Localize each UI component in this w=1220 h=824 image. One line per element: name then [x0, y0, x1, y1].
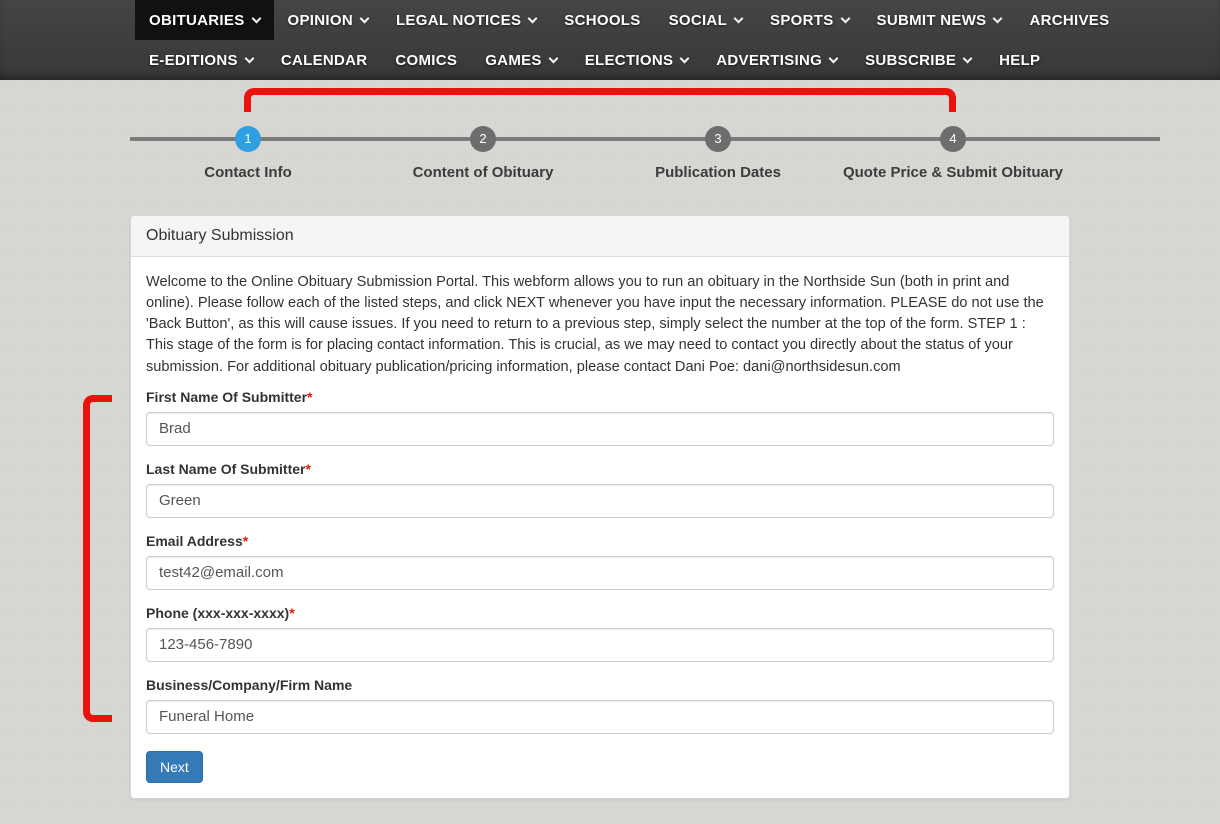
nav-label: LEGAL NOTICES: [396, 12, 521, 29]
chevron-down-icon: [528, 13, 538, 23]
nav-item-advertising[interactable]: ADVERTISING: [702, 40, 851, 80]
nav-item-submit-news[interactable]: SUBMIT NEWS: [863, 0, 1016, 40]
step-label-content-of-obituary: Content of Obituary: [413, 164, 554, 181]
phone-label: Phone (xxx-xxx-xxxx)*: [146, 605, 1054, 621]
next-button[interactable]: Next: [146, 751, 203, 783]
intro-text: Welcome to the Online Obituary Submissio…: [146, 272, 1054, 378]
panel-body: Welcome to the Online Obituary Submissio…: [131, 257, 1069, 798]
main-navbar: OBITUARIES OPINION LEGAL NOTICES SCHOOLS…: [0, 0, 1220, 80]
nav-label: OPINION: [288, 12, 353, 29]
nav-label: SUBSCRIBE: [865, 52, 956, 69]
field-group-first-name: First Name Of Submitter*: [146, 389, 1054, 446]
nav-label: SPORTS: [770, 12, 833, 29]
step-circle-4[interactable]: 4: [940, 126, 966, 152]
chevron-down-icon: [963, 53, 973, 63]
chevron-down-icon: [360, 13, 370, 23]
last-name-input[interactable]: [146, 484, 1054, 518]
annotation-bracket-left: [83, 395, 112, 722]
nav-label: ARCHIVES: [1029, 12, 1109, 29]
nav-row-1: OBITUARIES OPINION LEGAL NOTICES SCHOOLS…: [0, 0, 1220, 40]
nav-label: HELP: [999, 52, 1040, 69]
chevron-down-icon: [993, 13, 1003, 23]
field-group-last-name: Last Name Of Submitter*: [146, 461, 1054, 518]
nav-item-sports[interactable]: SPORTS: [756, 0, 862, 40]
field-group-email: Email Address*: [146, 533, 1054, 590]
annotation-bracket-top: [244, 88, 956, 112]
first-name-label: First Name Of Submitter*: [146, 389, 1054, 405]
nav-item-help[interactable]: HELP: [985, 40, 1054, 80]
step-label-quote-price: Quote Price & Submit Obituary: [843, 164, 1063, 181]
nav-label: CALENDAR: [281, 52, 368, 69]
label-text: Last Name Of Submitter: [146, 461, 305, 477]
first-name-input[interactable]: [146, 412, 1054, 446]
email-label: Email Address*: [146, 533, 1054, 549]
nav-label: ADVERTISING: [716, 52, 822, 69]
nav-label: E-EDITIONS: [149, 52, 238, 69]
nav-item-games[interactable]: GAMES: [471, 40, 571, 80]
step-label-contact-info: Contact Info: [204, 164, 292, 181]
nav-label: SCHOOLS: [564, 12, 640, 29]
obituary-submission-panel: Obituary Submission Welcome to the Onlin…: [130, 215, 1070, 799]
stepper-line: [130, 137, 1160, 141]
chevron-down-icon: [840, 13, 850, 23]
nav-label: ELECTIONS: [585, 52, 674, 69]
step-circle-3[interactable]: 3: [705, 126, 731, 152]
nav-item-elections[interactable]: ELECTIONS: [571, 40, 703, 80]
nav-item-obituaries[interactable]: OBITUARIES: [135, 0, 274, 40]
nav-label: OBITUARIES: [149, 12, 245, 29]
nav-item-calendar[interactable]: CALENDAR: [267, 40, 382, 80]
chevron-down-icon: [734, 13, 744, 23]
business-name-label: Business/Company/Firm Name: [146, 677, 1054, 693]
required-asterisk: *: [307, 389, 312, 405]
nav-label: SOCIAL: [669, 12, 727, 29]
nav-label: SUBMIT NEWS: [877, 12, 987, 29]
nav-label: GAMES: [485, 52, 542, 69]
nav-row-2: E-EDITIONS CALENDAR COMICS GAMES ELECTIO…: [0, 40, 1220, 80]
panel-title: Obituary Submission: [131, 216, 1069, 257]
field-group-phone: Phone (xxx-xxx-xxxx)*: [146, 605, 1054, 662]
label-text: Email Address: [146, 533, 243, 549]
nav-item-legal-notices[interactable]: LEGAL NOTICES: [382, 0, 550, 40]
chevron-down-icon: [829, 53, 839, 63]
chevron-down-icon: [244, 53, 254, 63]
chevron-down-icon: [680, 53, 690, 63]
phone-input[interactable]: [146, 628, 1054, 662]
business-name-input[interactable]: [146, 700, 1054, 734]
label-text: Business/Company/Firm Name: [146, 677, 352, 693]
step-circle-1[interactable]: 1: [235, 126, 261, 152]
nav-item-archives[interactable]: ARCHIVES: [1015, 0, 1123, 40]
last-name-label: Last Name Of Submitter*: [146, 461, 1054, 477]
nav-label: COMICS: [395, 52, 457, 69]
nav-item-opinion[interactable]: OPINION: [274, 0, 382, 40]
nav-item-schools[interactable]: SCHOOLS: [550, 0, 654, 40]
nav-item-social[interactable]: SOCIAL: [655, 0, 756, 40]
chevron-down-icon: [548, 53, 558, 63]
chevron-down-icon: [251, 13, 261, 23]
label-text: Phone (xxx-xxx-xxxx): [146, 605, 289, 621]
nav-item-comics[interactable]: COMICS: [381, 40, 471, 80]
step-label-publication-dates: Publication Dates: [655, 164, 781, 181]
required-asterisk: *: [289, 605, 294, 621]
label-text: First Name Of Submitter: [146, 389, 307, 405]
required-asterisk: *: [243, 533, 248, 549]
field-group-business-name: Business/Company/Firm Name: [146, 677, 1054, 734]
required-asterisk: *: [305, 461, 310, 477]
email-input[interactable]: [146, 556, 1054, 590]
step-circle-2[interactable]: 2: [470, 126, 496, 152]
nav-item-e-editions[interactable]: E-EDITIONS: [135, 40, 267, 80]
nav-item-subscribe[interactable]: SUBSCRIBE: [851, 40, 985, 80]
